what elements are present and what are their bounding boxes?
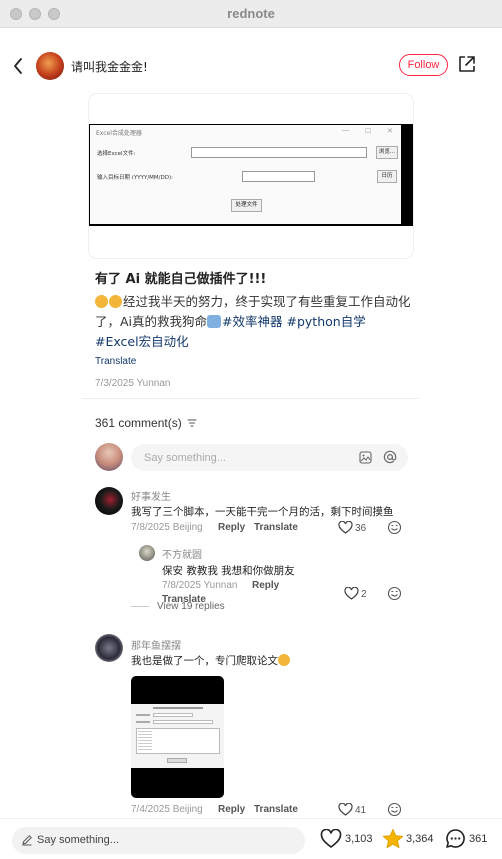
bottom-comment-input[interactable]: Say something... xyxy=(12,827,305,854)
comment-text: 我也是做了一个，专门爬取论文 xyxy=(131,653,291,668)
post-date: 7/3/2025 Yunnan xyxy=(95,378,171,389)
browse-button: 浏览... xyxy=(376,146,398,159)
bath-emoji-icon xyxy=(207,315,222,328)
follow-button[interactable]: Follow xyxy=(399,54,448,76)
comment-count[interactable]: 361 comment(s) xyxy=(95,416,197,430)
file-path-field xyxy=(191,147,367,158)
share-icon xyxy=(459,56,475,72)
maximize-icon: ☐ xyxy=(365,128,372,135)
at-mention-icon[interactable] xyxy=(383,450,397,464)
window-titlebar: rednote xyxy=(0,0,502,28)
translate-button[interactable]: Translate xyxy=(254,522,298,533)
commenter-avatar[interactable] xyxy=(95,634,123,662)
grinning-emoji-icon xyxy=(95,295,108,308)
emoji-react-icon[interactable] xyxy=(387,586,402,601)
comment-input[interactable]: Say something... xyxy=(131,444,408,471)
comment-date: 7/8/2025 Beijing xyxy=(131,522,203,533)
comment-total: 361 xyxy=(469,833,488,845)
reply-like-count: 2 xyxy=(361,589,367,600)
reply-date: 7/8/2025 Yunnan xyxy=(162,580,238,591)
my-avatar xyxy=(95,443,123,471)
post-header: 请叫我金金金! Follow xyxy=(0,48,502,86)
star-icon[interactable] xyxy=(382,828,404,850)
comment-icon[interactable] xyxy=(445,828,466,849)
comment-count-label: 361 comment(s) xyxy=(95,416,182,430)
author-avatar[interactable] xyxy=(36,52,64,80)
heart-icon[interactable] xyxy=(338,521,353,534)
translate-link[interactable]: Translate xyxy=(95,356,136,367)
view-replies-label: View 19 replies xyxy=(157,601,225,612)
heart-icon[interactable] xyxy=(320,829,342,849)
screenshot-window-title: Excel合成处理器 xyxy=(96,130,142,137)
comment-text-body: 我也是做了一个，专门爬取论文 xyxy=(131,655,278,667)
divider xyxy=(131,605,149,607)
post-image[interactable]: Excel合成处理器 — ☐ ✕ 选择Excel文件: 浏览... 输入目标日期… xyxy=(89,94,413,258)
view-replies-link[interactable]: View 19 replies xyxy=(131,601,225,612)
comment-image-content xyxy=(131,704,224,768)
share-button[interactable] xyxy=(457,54,477,79)
commenter-avatar[interactable] xyxy=(95,487,123,515)
comment-date: 7/4/2025 Beijing xyxy=(131,804,203,815)
minimize-icon: — xyxy=(342,127,349,134)
commenter-name[interactable]: 好事发生 xyxy=(131,488,171,503)
bottom-input-placeholder: Say something... xyxy=(37,834,119,846)
pencil-icon xyxy=(22,835,32,846)
file-label: 选择Excel文件: xyxy=(97,151,136,157)
hashtag-link[interactable]: #效率神器 xyxy=(222,314,282,329)
date-field xyxy=(242,171,315,182)
emoji-react-icon[interactable] xyxy=(387,802,402,817)
reply-text: 保安 教教我 我想和你做朋友 xyxy=(162,565,295,577)
star-count: 3,364 xyxy=(406,833,434,845)
heart-icon[interactable] xyxy=(338,803,353,816)
process-button: 处理文件 xyxy=(231,199,262,212)
reply-button[interactable]: Reply xyxy=(218,804,245,815)
date-label: 输入目标日期 (YYYY/MM/DD): xyxy=(97,175,173,181)
sort-icon xyxy=(187,419,197,427)
comment-image[interactable] xyxy=(131,676,224,798)
commenter-name[interactable]: 那年鱼摆摆 xyxy=(131,637,181,652)
reply-button[interactable]: Reply xyxy=(218,522,245,533)
comment-like-count: 41 xyxy=(355,805,367,816)
bottom-action-bar: Say something... 3,103 3,364 361 xyxy=(0,818,502,859)
close-icon: ✕ xyxy=(387,128,393,135)
screenshot-window: Excel合成处理器 — ☐ ✕ 选择Excel文件: 浏览... 输入目标日期… xyxy=(89,124,413,226)
divider xyxy=(82,398,420,399)
comment-like-count: 36 xyxy=(355,523,367,534)
like-count: 3,103 xyxy=(345,833,373,845)
post-body: 经过我半天的努力，终于实现了有些重复工作自动化了，Ai真的救我狗命 #效率神器 #… xyxy=(95,292,415,352)
hashtag-link[interactable]: #Excel宏自动化 xyxy=(95,334,189,349)
emoji-icon xyxy=(278,654,290,666)
image-icon[interactable] xyxy=(359,451,372,464)
calendar-button: 日历 xyxy=(377,170,397,183)
emoji-react-icon[interactable] xyxy=(387,520,402,535)
comment-input-placeholder: Say something... xyxy=(144,452,226,464)
replier-avatar[interactable] xyxy=(139,545,155,561)
grinning-emoji-icon xyxy=(109,295,122,308)
heart-icon[interactable] xyxy=(344,587,359,600)
reply-button[interactable]: Reply xyxy=(252,580,279,591)
chevron-left-icon xyxy=(14,58,22,74)
back-button[interactable] xyxy=(12,56,24,81)
comment-text: 我写了三个脚本，一天能干完一个月的活，剩下时间摸鱼 xyxy=(131,506,394,518)
hashtag-link[interactable]: #python自学 xyxy=(287,314,366,329)
replier-name[interactable]: 不方就圆 xyxy=(162,546,202,561)
author-name[interactable]: 请叫我金金金! xyxy=(71,58,148,75)
window-title: rednote xyxy=(227,6,275,21)
post-title: 有了 Ai 就能自己做插件了!!! xyxy=(95,272,267,287)
translate-button[interactable]: Translate xyxy=(254,804,298,815)
